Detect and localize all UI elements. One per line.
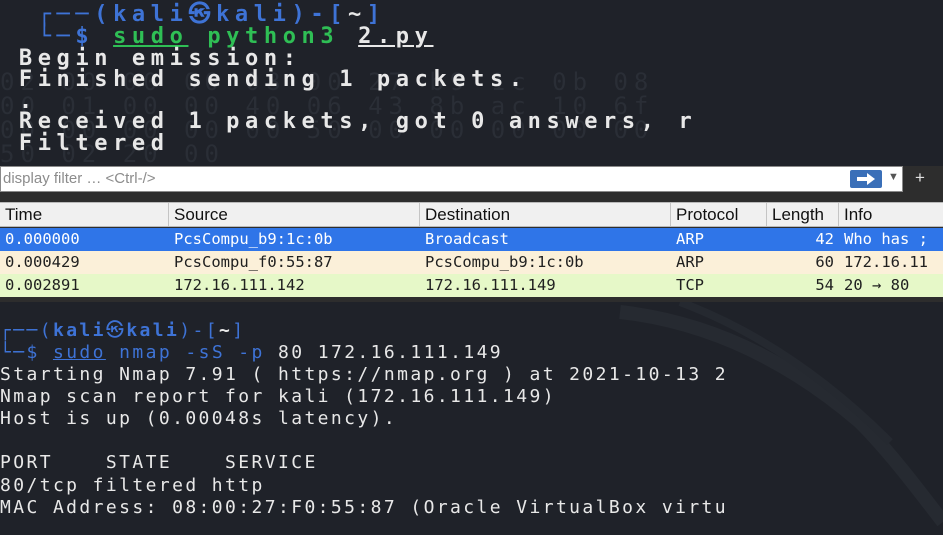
cmd-sudo: sudo [52,342,106,363]
output-line: Host is up (0.00048s latency). [0,408,398,429]
cmd-nmap: nmap -sS -p [119,342,265,363]
wireshark-pane: display filter … <Ctrl-/> ▼ + Time Sourc… [0,166,943,302]
packet-destination: Broadcast [425,230,509,248]
prompt-host: kali [126,320,180,341]
packet-info: 20 → 80 [844,276,910,294]
packet-row-selected[interactable]: 0.000000 PcsCompu_b9:1c:0b Broadcast ARP… [0,228,943,251]
column-header-info[interactable]: Info [839,203,943,226]
packet-length: 54 [815,276,834,294]
packet-list-header: Time Source Destination Protocol Length … [0,202,943,227]
prompt-dir: ~ [218,320,233,341]
terminal-bottom[interactable]: ┌──(kali㉿kali)-[~] └─$ sudo nmap -sS -p … [0,302,943,535]
cmd-argument: 2.py [358,24,434,49]
packet-length: 60 [815,253,834,271]
cmd-args: 80 172.16.111.149 [278,342,504,363]
display-filter-input[interactable]: display filter … <Ctrl-/> ▼ [0,166,903,192]
output-line: 80/tcp filtered http [0,475,265,496]
packet-length: 42 [815,230,834,248]
column-header-source[interactable]: Source [169,203,420,226]
packet-row[interactable]: 0.002891 172.16.111.142 172.16.111.149 T… [0,274,943,297]
packet-protocol: ARP [676,253,704,271]
command-line: └─$ sudo python3 2.py [0,24,434,49]
packet-info: 172.16.11 [844,253,928,271]
packet-time: 0.000429 [5,253,80,271]
output-line: Finished sending 1 packets. [18,67,528,92]
apply-filter-button[interactable] [850,170,882,188]
packet-source: PcsCompu_b9:1c:0b [174,230,333,248]
packet-source: PcsCompu_f0:55:87 [174,253,333,271]
packet-info: Who has ; [844,230,928,248]
packet-source: 172.16.111.142 [174,276,305,294]
filter-placeholder: display filter … <Ctrl-/> [3,170,156,187]
column-header-length[interactable]: Length [767,203,839,226]
output-line: PORT STATE SERVICE [0,452,318,473]
packet-time: 0.002891 [5,276,80,294]
packet-time: 0.000000 [5,230,80,248]
output-line: Filtered [18,131,170,156]
column-header-protocol[interactable]: Protocol [671,203,767,226]
packet-row[interactable]: 0.000429 PcsCompu_f0:55:87 PcsCompu_b9:1… [0,251,943,274]
output-line: Received 1 packets, got 0 answers, r [18,109,698,134]
packet-destination: PcsCompu_b9:1c:0b [425,253,584,271]
output-line: Starting Nmap 7.91 ( https://nmap.org ) … [0,364,729,385]
terminal-top[interactable]: 02 00 00 00 08 00 27 b9 1c 0b 08 00 01 0… [0,0,943,166]
packet-protocol: TCP [676,276,704,294]
prompt-line-1: ┌──(kali㉿kali)-[~] [0,320,246,341]
output-line: MAC Address: 08:00:27:F0:55:87 (Oracle V… [0,497,729,518]
add-filter-button[interactable]: + [915,168,925,188]
column-header-time[interactable]: Time [0,203,169,226]
prompt-line-1: ┌──(kali㉿kali)-[~] [0,2,386,27]
output-line: Nmap scan report for kali (172.16.111.14… [0,386,556,407]
column-header-destination[interactable]: Destination [420,203,671,226]
packet-protocol: ARP [676,230,704,248]
command-line: └─$ sudo nmap -sS -p 80 172.16.111.149 [0,342,504,363]
prompt-user: kali [52,320,106,341]
arrow-right-icon [857,173,875,185]
filter-dropdown-icon[interactable]: ▼ [888,171,899,183]
packet-destination: 172.16.111.149 [425,276,556,294]
